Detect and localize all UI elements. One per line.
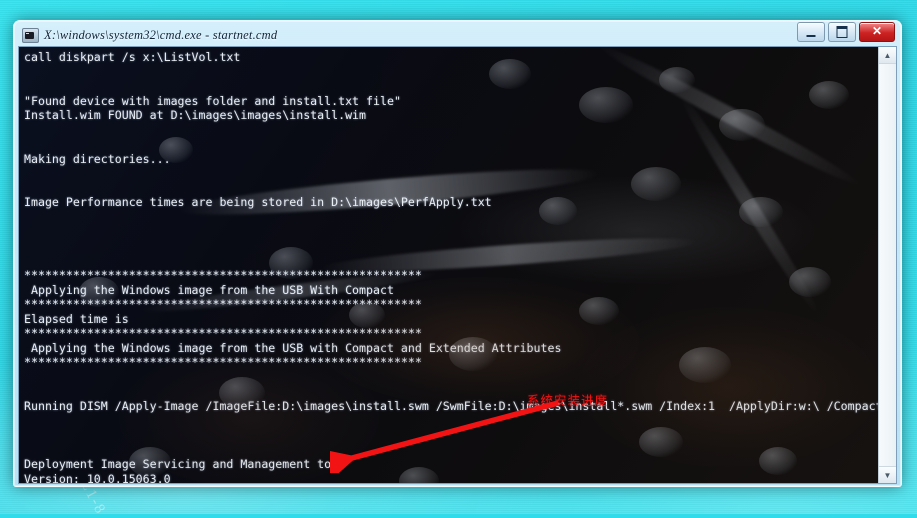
console-output-area[interactable]: call diskpart /s x:\ListVol.txt "Found d… xyxy=(19,47,878,483)
window-titlebar[interactable]: X:\windows\system32\cmd.exe - startnet.c… xyxy=(18,21,897,46)
console-scrollbar[interactable]: ▲ ▼ xyxy=(878,47,896,483)
maximize-icon xyxy=(836,26,848,38)
minimize-button[interactable] xyxy=(797,22,825,42)
console-text: call diskpart /s x:\ListVol.txt "Found d… xyxy=(24,50,878,483)
scroll-up-arrow-icon[interactable]: ▲ xyxy=(879,47,896,64)
console-client-area[interactable]: call diskpart /s x:\ListVol.txt "Found d… xyxy=(18,46,897,484)
window-controls[interactable]: ✕ xyxy=(797,22,895,42)
cmd-console-icon xyxy=(22,27,39,43)
minimize-icon xyxy=(806,35,816,37)
annotation-label: 系统安装进度 xyxy=(527,393,609,408)
scrollbar-track[interactable] xyxy=(879,64,896,466)
maximize-button[interactable] xyxy=(828,22,856,42)
cmd-window[interactable]: X:\windows\system32\cmd.exe - startnet.c… xyxy=(13,20,902,487)
close-icon: ✕ xyxy=(871,24,883,38)
window-title: X:\windows\system32\cmd.exe - startnet.c… xyxy=(44,27,278,42)
scroll-down-arrow-icon[interactable]: ▼ xyxy=(879,466,896,483)
close-button[interactable]: ✕ xyxy=(859,22,895,42)
